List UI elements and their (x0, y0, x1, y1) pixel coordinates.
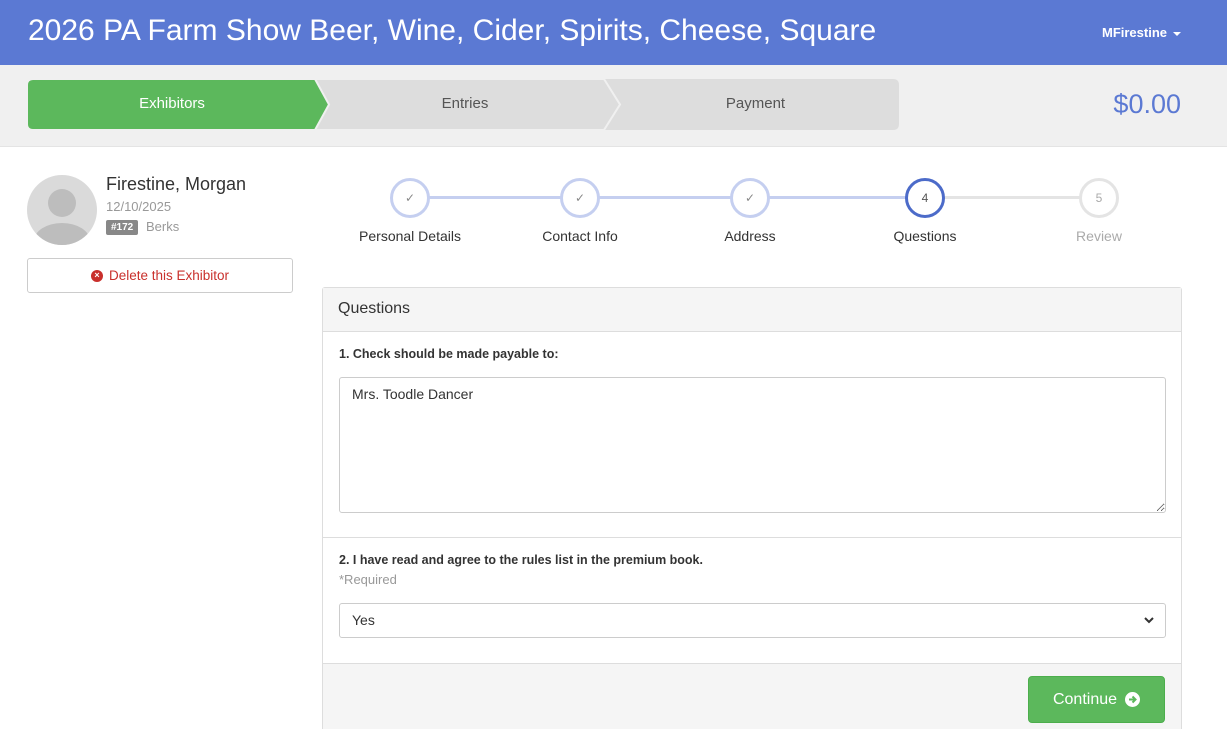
app-title: 2026 PA Farm Show Beer, Wine, Cider, Spi… (28, 14, 877, 47)
order-total: $0.00 (1113, 89, 1181, 119)
step-number: 5 (1095, 191, 1103, 205)
arrow-right-circle-icon (1125, 692, 1141, 707)
rules-agreement-selected: Yes (352, 612, 375, 628)
progress-node-contact-info[interactable]: ✓ (560, 178, 600, 218)
panel-footer: Continue (323, 663, 1181, 729)
progress-line-complete (410, 196, 935, 199)
check-icon: ✓ (744, 191, 756, 205)
progress-node-personal-details[interactable]: ✓ (390, 178, 430, 218)
exhibitor-number-badge: #172 (106, 220, 139, 235)
progress-label-review: Review (1076, 228, 1122, 244)
wizard-bar: Exhibitors Entries Payment $0.00 (0, 65, 1227, 147)
required-note: *Required (339, 572, 397, 587)
top-navbar: 2026 PA Farm Show Beer, Wine, Cider, Spi… (0, 0, 1227, 65)
exhibitor-county: Berks (146, 219, 180, 234)
continue-button[interactable]: Continue (1028, 676, 1165, 723)
progress-label-address: Address (724, 228, 776, 244)
payable-to-textarea[interactable]: Mrs. Toodle Dancer (339, 377, 1166, 513)
wizard-step-entries[interactable]: Entries (320, 95, 610, 112)
progress-label-questions: Questions (893, 228, 957, 244)
progress-line-remaining (935, 196, 1099, 199)
question-2-label: 2. I have read and agree to the rules li… (339, 553, 703, 567)
delete-exhibitor-label: Delete this Exhibitor (108, 268, 230, 283)
question-1-label: 1. Check should be made payable to: (339, 347, 559, 361)
check-icon: ✓ (574, 191, 586, 205)
delete-exhibitor-button[interactable]: × Delete this Exhibitor (27, 258, 293, 293)
wizard-step-payment[interactable]: Payment (612, 95, 899, 112)
exhibitor-name: Firestine, Morgan (106, 174, 247, 194)
exhibitor-date: 12/10/2025 (106, 199, 172, 214)
progress-node-address[interactable]: ✓ (730, 178, 770, 218)
check-icon: ✓ (404, 191, 416, 205)
chevron-down-icon (1144, 617, 1154, 624)
step-number: 4 (921, 191, 929, 205)
progress-label-contact-info: Contact Info (542, 228, 618, 244)
question-divider (323, 537, 1181, 538)
wizard-step-exhibitors[interactable]: Exhibitors (27, 95, 317, 112)
panel-heading: Questions (323, 288, 1181, 332)
user-name: MFirestine (1101, 25, 1167, 40)
avatar (27, 175, 97, 245)
progress-label-personal-details: Personal Details (359, 228, 461, 244)
rules-agreement-select[interactable]: Yes (339, 603, 1166, 638)
remove-circle-icon: × (90, 269, 103, 282)
continue-label: Continue (1052, 690, 1118, 708)
user-menu[interactable]: MFirestine (1102, 25, 1181, 40)
progress-node-review: 5 (1079, 178, 1119, 218)
chevron-down-icon (1173, 31, 1181, 36)
questions-panel: Questions 1. Check should be made payabl… (322, 287, 1182, 729)
progress-node-questions[interactable]: 4 (905, 178, 945, 218)
user-silhouette-icon (34, 189, 90, 245)
